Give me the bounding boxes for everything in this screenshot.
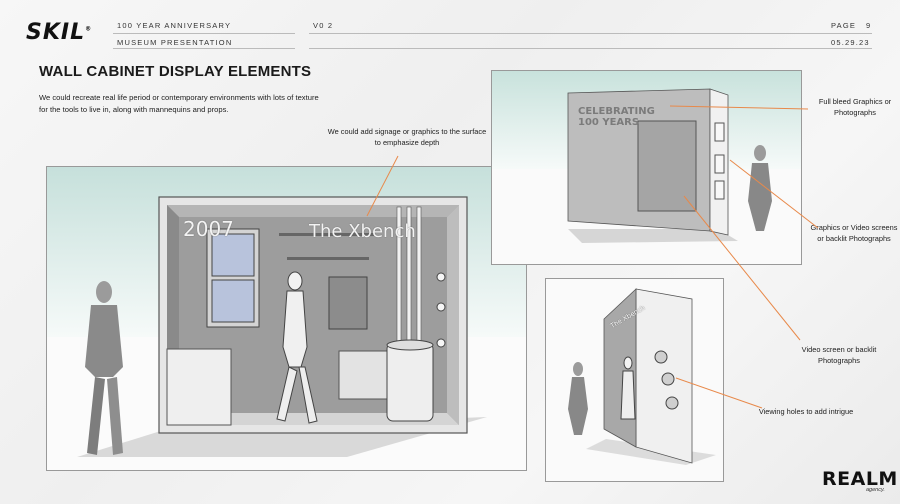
callout-full-bleed: Full bleed Graphics or Photographs [818,97,892,118]
header-title: 100 YEAR ANNIVERSARY [117,21,232,30]
header-subtitle: MUSEUM PRESENTATION [117,38,233,47]
intro-text: We could recreate real life period or co… [39,93,319,115]
skil-logo: SKIL® [26,20,93,45]
callout-screens: Graphics or Video screens or backlit Pho… [810,223,898,244]
scene-celebrating-text: CELEBRATING [578,106,655,117]
realm-logo-subtext: agency. [866,487,885,493]
realm-logo: REALM [822,468,898,490]
callout-video-screen: Video screen or backlit Photographs [801,345,877,366]
page-title: WALL CABINET DISPLAY ELEMENTS [39,63,312,80]
render-panel-side: The Xbench [545,278,724,482]
page-label: PAGE 9 [831,21,872,30]
header-divider [309,33,872,34]
render-panel-exterior: CELEBRATING 100 YEARS [491,70,802,265]
scene-xbench-text: The Xbench [309,221,416,242]
callout-signage: We could add signage or graphics to the … [327,127,487,148]
scene-years-text: 100 YEARS [578,116,640,128]
version-label: V0 2 [313,21,334,30]
scene-year-text: 2007 [183,217,234,241]
date-label: 05.29.23 [831,38,870,47]
header-divider [113,48,295,49]
header-divider [309,48,872,49]
page-number: 9 [865,21,872,30]
render-panel-main: 2007 The Xbench [46,166,527,471]
callout-viewing-holes: Viewing holes to add intrigue [758,407,854,416]
header-divider [113,33,295,34]
